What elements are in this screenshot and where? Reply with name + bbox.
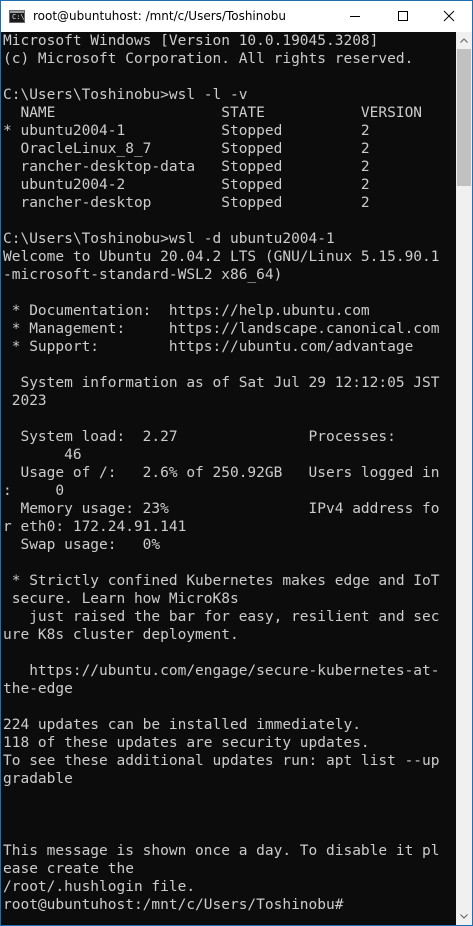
terminal-line: Memory usage: 23% IPv4 address fo bbox=[3, 501, 440, 517]
terminal-line: : 0 bbox=[3, 483, 65, 499]
terminal-line: To see these additional updates run: apt… bbox=[3, 753, 440, 769]
terminal-line: rancher-desktop Stopped 2 bbox=[3, 195, 370, 211]
maximize-icon bbox=[398, 11, 408, 21]
terminal-line: secure. Learn how MicroK8s bbox=[3, 591, 239, 607]
vertical-scrollbar[interactable] bbox=[456, 32, 472, 925]
terminal-line: gradable bbox=[3, 771, 73, 787]
terminal-line: Microsoft Windows [Version 10.0.19045.32… bbox=[3, 33, 379, 49]
terminal-line: This message is shown once a day. To dis… bbox=[3, 843, 440, 859]
scrollbar-thumb[interactable] bbox=[457, 49, 471, 186]
close-icon bbox=[443, 10, 455, 22]
terminal-line: root@ubuntuhost:/mnt/c/Users/Toshinobu# bbox=[3, 897, 344, 913]
terminal-line: System load: 2.27 Processes: bbox=[3, 429, 396, 445]
terminal-line: https://ubuntu.com/engage/secure-kuberne… bbox=[3, 663, 440, 679]
terminal-line: 118 of these updates are security update… bbox=[3, 735, 370, 751]
terminal-line: NAME STATE VERSION bbox=[3, 105, 423, 121]
minimize-icon bbox=[350, 16, 360, 17]
terminal-line: System information as of Sat Jul 29 12:1… bbox=[3, 375, 440, 391]
terminal-line: just raised the bar for easy, resilient … bbox=[3, 609, 440, 625]
terminal-line: ubuntu2004-2 Stopped 2 bbox=[3, 177, 370, 193]
console-window: C:\ root@ubuntuhost: /mnt/c/Users/Toshin… bbox=[0, 0, 473, 926]
terminal-line: * Management: https://landscape.canonica… bbox=[3, 321, 440, 337]
terminal-line: -microsoft-standard-WSL2 x86_64) bbox=[3, 267, 283, 283]
chevron-down-icon bbox=[460, 914, 468, 919]
terminal-line: the-edge bbox=[3, 681, 73, 697]
terminal-line: OracleLinux_8_7 Stopped 2 bbox=[3, 141, 370, 157]
scroll-down-button[interactable] bbox=[456, 908, 472, 925]
close-button[interactable] bbox=[426, 1, 472, 32]
chevron-up-icon bbox=[460, 38, 468, 43]
terminal-line: 224 updates can be installed immediately… bbox=[3, 717, 361, 733]
terminal-line: ure K8s cluster deployment. bbox=[3, 627, 239, 643]
terminal-line: 46 bbox=[3, 447, 82, 463]
terminal-line: 2023 bbox=[3, 393, 47, 409]
terminal-line: * ubuntu2004-1 Stopped 2 bbox=[3, 123, 370, 139]
terminal-line: rancher-desktop-data Stopped 2 bbox=[3, 159, 370, 175]
terminal-output-area[interactable]: Microsoft Windows [Version 10.0.19045.32… bbox=[1, 32, 456, 925]
console-icon[interactable]: C:\ bbox=[9, 10, 25, 23]
terminal-line: * Documentation: https://help.ubuntu.com bbox=[3, 303, 370, 319]
terminal-line: r eth0: 172.24.91.141 bbox=[3, 519, 187, 535]
terminal-line: * Support: https://ubuntu.com/advantage bbox=[3, 339, 414, 355]
terminal-line: * Strictly confined Kubernetes makes edg… bbox=[3, 573, 440, 589]
terminal-text: Microsoft Windows [Version 10.0.19045.32… bbox=[1, 32, 456, 914]
terminal-line: ease create the bbox=[3, 861, 134, 877]
scroll-up-button[interactable] bbox=[456, 32, 472, 49]
terminal-line: (c) Microsoft Corporation. All rights re… bbox=[3, 51, 414, 67]
terminal-line: C:\Users\Toshinobu>wsl -d ubuntu2004-1 bbox=[3, 231, 335, 247]
title-bar[interactable]: C:\ root@ubuntuhost: /mnt/c/Users/Toshin… bbox=[1, 1, 472, 32]
minimize-button[interactable] bbox=[332, 1, 378, 32]
terminal-line: Welcome to Ubuntu 20.04.2 LTS (GNU/Linux… bbox=[3, 249, 440, 265]
terminal-line: C:\Users\Toshinobu>wsl -l -v bbox=[3, 87, 248, 103]
terminal-line: Usage of /: 2.6% of 250.92GB Users logge… bbox=[3, 465, 440, 481]
terminal-line: /root/.hushlogin file. bbox=[3, 879, 196, 895]
console-icon-label: C:\ bbox=[12, 13, 25, 21]
maximize-button[interactable] bbox=[380, 1, 426, 32]
terminal-line: Swap usage: 0% bbox=[3, 537, 161, 553]
window-title: root@ubuntuhost: /mnt/c/Users/Toshinobu bbox=[33, 9, 286, 23]
